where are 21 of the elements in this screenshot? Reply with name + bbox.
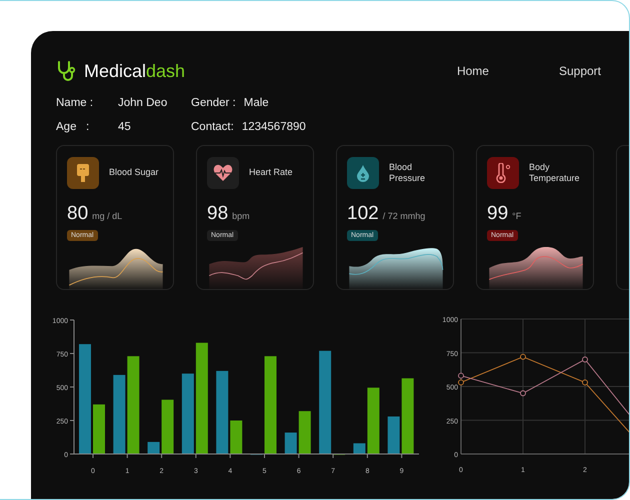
vital-value: 102 — [347, 203, 379, 225]
field-value: John Deo — [118, 97, 168, 109]
brand-name: Medicaldash — [84, 60, 186, 82]
card-title: Blood Pressure — [389, 162, 426, 184]
field-value: 45 — [118, 121, 131, 133]
field-label: Gender : — [191, 97, 236, 109]
field-label: Contact: — [191, 121, 234, 133]
card-title: Heart Rate — [249, 167, 293, 179]
vital-unit: / 72 mmhg — [382, 211, 426, 221]
field-label: Name : — [56, 97, 94, 109]
card-title: Body Temperature — [529, 162, 581, 184]
vital-value: 80 — [67, 203, 88, 225]
vital-value: 98 — [207, 203, 228, 225]
card-title: Blood Sugar — [109, 167, 159, 179]
vital-unit: bpm — [232, 211, 250, 221]
field-label: Age : — [56, 121, 90, 133]
field-value: Male — [244, 97, 269, 109]
vital-unit: mg / dL — [92, 211, 122, 221]
vital-unit: °F — [512, 211, 522, 221]
vital-value: 99 — [487, 203, 508, 225]
field-value: 1234567890 — [242, 121, 306, 133]
